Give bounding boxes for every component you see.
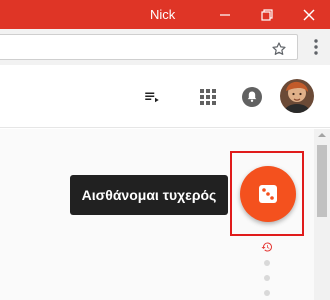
window-titlebar: Nick [0, 0, 330, 29]
close-icon [303, 9, 315, 20]
bookmark-star-button[interactable] [269, 39, 289, 59]
restore-button[interactable] [246, 0, 288, 29]
notifications-bell-icon [242, 87, 262, 107]
scrollbar[interactable] [314, 129, 330, 300]
queue-button[interactable] [140, 85, 164, 109]
restore-icon [261, 8, 273, 21]
pager-dot[interactable] [264, 290, 270, 296]
pager-dot[interactable] [264, 275, 270, 281]
history-icon [261, 242, 273, 252]
notifications-button[interactable] [240, 85, 264, 109]
minimize-button[interactable] [204, 0, 246, 29]
browser-toolbar [0, 29, 330, 65]
address-bar[interactable] [0, 34, 298, 60]
more-vertical-icon [314, 39, 318, 55]
pager-dot[interactable] [264, 260, 270, 266]
user-avatar[interactable] [280, 79, 314, 113]
apps-grid-icon [200, 89, 216, 105]
browser-menu-button[interactable] [308, 35, 324, 59]
apps-button[interactable] [196, 85, 220, 109]
scroll-up-arrow-icon[interactable] [318, 133, 326, 137]
scroll-thumb[interactable] [317, 145, 327, 217]
queue-music-icon [145, 92, 159, 103]
star-icon [272, 42, 286, 55]
lucky-tooltip: Αισθάνομαι τυχερός [70, 175, 228, 215]
minimize-icon [220, 13, 230, 16]
history-button[interactable] [261, 240, 273, 252]
app-header [0, 65, 330, 128]
dice-icon [259, 185, 277, 203]
feeling-lucky-button[interactable] [240, 166, 296, 222]
profile-name[interactable]: Nick [150, 7, 175, 22]
close-button[interactable] [288, 0, 330, 29]
